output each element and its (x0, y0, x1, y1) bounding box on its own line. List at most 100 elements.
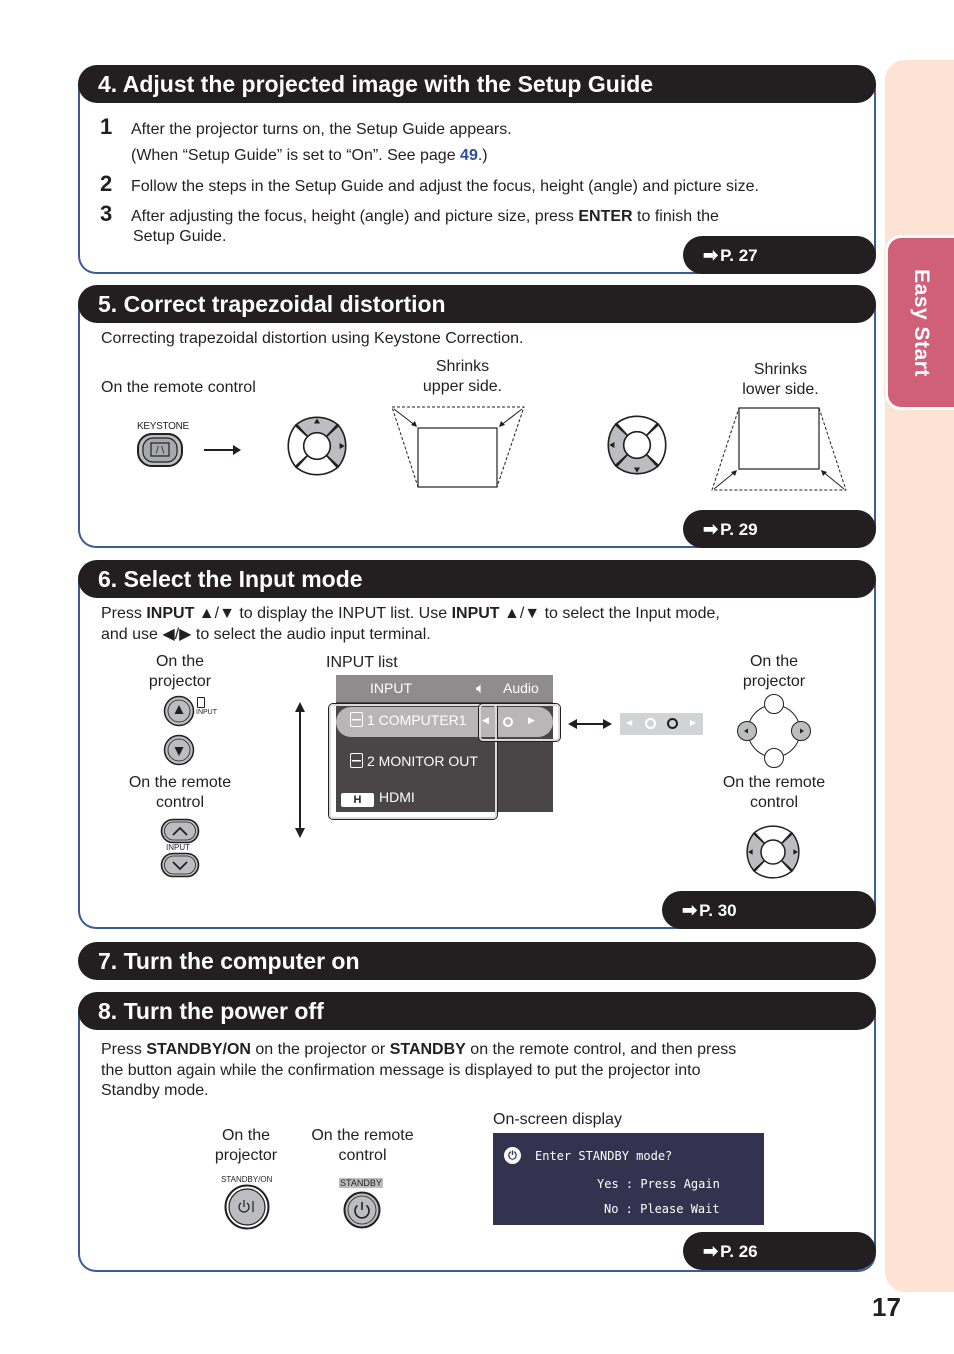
input-key-label: INPUT (451, 605, 500, 622)
standby-prompt: Enter STANDBY mode? (535, 1149, 673, 1163)
input-item-label: 2 MONITOR OUT (367, 753, 478, 769)
section-8-header: 8. Turn the power off (78, 992, 876, 1030)
s8-remote-label: On the remote control (300, 1126, 425, 1166)
section-5-title: 5. Correct trapezoidal distortion (98, 291, 446, 317)
power-icon: ⏻ (504, 1147, 521, 1164)
arrow-right-icon: ➡ (682, 900, 698, 920)
projector-input-up-button[interactable] (163, 695, 195, 727)
side-tab-easy-start[interactable]: Easy Start (885, 235, 954, 410)
audio-options-strip: ◀ ▶ (620, 713, 703, 735)
projector-arrow-buttons[interactable] (736, 693, 812, 769)
right-remote-line2: control (749, 794, 799, 811)
remote-standby-button[interactable] (342, 1191, 382, 1229)
standby-on-key-label: STANDBY/ON (146, 1041, 251, 1058)
speaker-icon: 🔈︎ (476, 680, 486, 697)
left-remote-line2: control (155, 794, 205, 811)
shrink-upper-diagram (391, 406, 525, 488)
s8-remote-line1: On the remote (311, 1127, 414, 1144)
input-item-computer1[interactable]: 1 COMPUTER1 (350, 712, 467, 728)
keystone-button[interactable]: / \ (136, 432, 186, 468)
ref-p30-button[interactable]: ➡ P. 30 (662, 891, 876, 929)
input-list-header: INPUT 🔈︎ Audio (336, 675, 553, 702)
s6-text-a: Press (101, 605, 147, 622)
input-item-label: HDMI (379, 789, 415, 805)
section-4-header: 4. Adjust the projected image with the S… (78, 65, 876, 103)
step-2-number: 2 (100, 171, 113, 196)
section-5-header: 5. Correct trapezoidal distortion (78, 285, 876, 323)
standby-small-label: STANDBY (339, 1178, 383, 1188)
section-6-header: 6. Select the Input mode (78, 560, 876, 598)
s6-text-c: ▲/▼ to display the INPUT list. Use (194, 605, 452, 622)
audio-right-arrow-icon: ▶ (528, 715, 535, 725)
dpad-up-right[interactable] (276, 405, 358, 487)
left-projector-label: On the projector (120, 652, 240, 692)
step-1-note-end: .) (477, 147, 488, 164)
right-projector-line2: projector (742, 673, 806, 690)
s8-text-e: on the remote control, and then press (465, 1041, 737, 1058)
input-list-label: INPUT list (326, 654, 398, 671)
enter-key-label: ENTER (578, 208, 633, 225)
dpad-left-down[interactable] (596, 404, 678, 486)
shrinks-lower-label: Shrinks lower side. (718, 360, 843, 400)
strip-left-arrow-icon: ◀ (626, 718, 633, 727)
osd-display-label: On-screen display (493, 1111, 622, 1128)
hdmi-badge: H (341, 793, 374, 807)
section-7-header: 7. Turn the computer on (78, 942, 876, 980)
step-3-text-line2: Setup Guide. (133, 228, 227, 245)
s8-remote-line2: control (338, 1147, 387, 1164)
s8-text-a: Press (101, 1041, 147, 1058)
remote-input-small-label: INPUT (166, 843, 190, 852)
standby-no-option: No : Please Wait (604, 1202, 720, 1216)
step-2-text: Follow the steps in the Setup Guide and … (131, 178, 759, 195)
osd-header-input: INPUT (370, 680, 412, 696)
shrinks-lower-line2: lower side. (742, 381, 819, 398)
horizontal-double-arrow-icon (568, 719, 612, 729)
ref-p30-label: P. 30 (699, 901, 737, 920)
right-projector-label: On the projector (714, 652, 834, 692)
shrink-lower-diagram (711, 407, 847, 491)
standby-key-label: STANDBY (389, 1041, 466, 1058)
arrow-right-icon: ➡ (703, 519, 719, 539)
input-item-label: 1 COMPUTER1 (367, 712, 467, 728)
standby-confirm-dialog: ⏻ Enter STANDBY mode? Yes : Press Again … (493, 1133, 764, 1225)
ref-p26-button[interactable]: ➡ P. 26 (683, 1232, 876, 1270)
remote-input-up-button[interactable] (160, 818, 200, 844)
input-key-label: INPUT (146, 605, 195, 622)
computer-icon (350, 753, 363, 768)
strip-right-arrow-icon: ▶ (690, 718, 697, 727)
input-item-hdmi[interactable]: H HDMI (341, 789, 415, 807)
left-projector-line2: projector (148, 673, 212, 690)
left-remote-line1: On the remote (128, 774, 232, 791)
side-tab-label: Easy Start (910, 268, 933, 377)
section-4-title: 4. Adjust the projected image with the S… (98, 71, 654, 97)
remote-input-down-button[interactable] (160, 852, 200, 878)
arrow-right-icon: ➡ (703, 245, 719, 265)
left-remote-label: On the remote control (110, 773, 250, 813)
step-1-note-text: (When “Setup Guide” is set to “On”. See … (131, 147, 461, 164)
s6-text-e: ▲/▼ to select the Input mode, (499, 605, 720, 622)
page-49-link[interactable]: 49 (460, 147, 478, 164)
section-7-title: 7. Turn the computer on (98, 948, 360, 974)
right-projector-line1: On the (749, 653, 799, 670)
standby-yes-option: Yes : Press Again (597, 1177, 720, 1191)
s8-projector-label: On the projector (196, 1126, 296, 1166)
shrinks-lower-line1: Shrinks (753, 361, 808, 378)
projector-standby-on-button[interactable] (223, 1184, 271, 1230)
projector-input-down-button[interactable] (163, 734, 195, 766)
ref-p29-button[interactable]: ➡ P. 29 (683, 510, 876, 548)
step-1-note: (When “Setup Guide” is set to “On”. See … (131, 145, 488, 166)
vertical-double-arrow-icon (295, 702, 305, 838)
audio-terminal-2-icon (667, 718, 678, 729)
left-projector-line1: On the (155, 653, 205, 670)
input-item-monitor-out[interactable]: 2 MONITOR OUT (350, 753, 478, 769)
ref-p27-button[interactable]: ➡ P. 27 (683, 236, 876, 274)
ref-p26-label: P. 26 (720, 1242, 758, 1261)
step-1-text: After the projector turns on, the Setup … (131, 121, 512, 138)
computer-icon (350, 712, 363, 727)
section-8-line1: Press STANDBY/ON on the projector or STA… (101, 1039, 736, 1060)
remote-dpad-left-right[interactable] (736, 815, 810, 889)
remote-control-label: On the remote control (101, 379, 256, 396)
audio-select-outline (479, 704, 560, 741)
projector-input-small-label: INPUT (196, 709, 217, 716)
step-3-text-b: to finish the (632, 208, 719, 225)
